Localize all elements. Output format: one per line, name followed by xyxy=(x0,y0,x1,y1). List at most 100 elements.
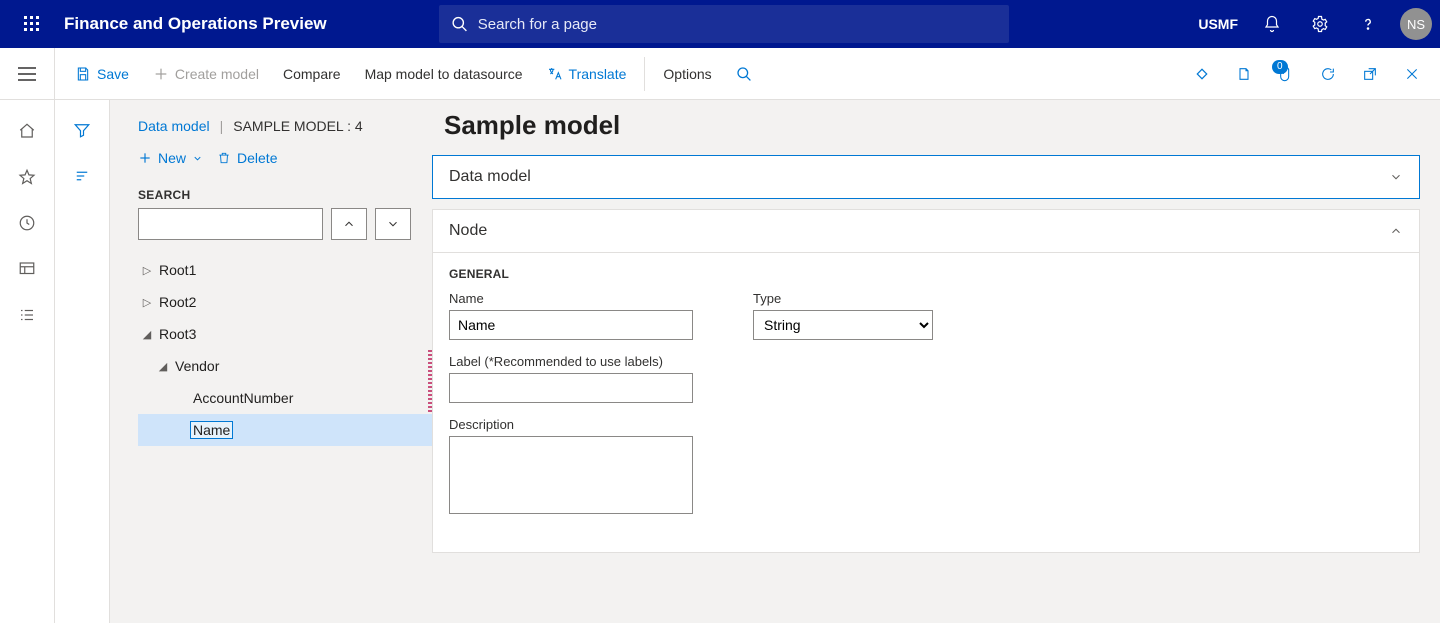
command-bar: Save Create model Compare Map model to d… xyxy=(55,48,1440,100)
plus-icon xyxy=(138,151,152,165)
tree-node-root3[interactable]: ◢ Root3 xyxy=(138,318,432,350)
chevron-down-icon xyxy=(192,153,203,164)
home-icon[interactable] xyxy=(0,110,55,152)
search-icon xyxy=(451,15,468,33)
breadcrumb: Data model | SAMPLE MODEL : 4 xyxy=(110,110,432,142)
card-data-model: Data model xyxy=(432,155,1420,199)
tree-node-root2[interactable]: ▷ Root2 xyxy=(138,286,432,318)
global-search[interactable] xyxy=(439,5,1009,43)
recent-icon[interactable] xyxy=(0,202,55,244)
translate-button[interactable]: Translate xyxy=(535,48,639,99)
app-bar: Finance and Operations Preview USMF NS xyxy=(0,0,1440,48)
tree-node-label: Vendor xyxy=(172,357,222,375)
translate-icon xyxy=(547,66,563,82)
description-field-label: Description xyxy=(449,417,693,432)
card-data-model-header[interactable]: Data model xyxy=(433,156,1419,198)
find-button[interactable] xyxy=(724,48,764,99)
tree-search-input[interactable] xyxy=(138,208,323,240)
name-field[interactable] xyxy=(449,310,693,340)
tree: ▷ Root1 ▷ Root2 ◢ Root3 xyxy=(110,254,432,446)
settings-icon[interactable] xyxy=(1298,0,1342,48)
save-label: Save xyxy=(97,66,129,82)
tree-node-label: Root3 xyxy=(156,325,199,343)
detail-panel: Sample model Data model Node GENERAL xyxy=(432,100,1440,623)
legal-entity[interactable]: USMF xyxy=(1190,16,1246,32)
sort-icon[interactable] xyxy=(55,158,110,194)
map-label: Map model to datasource xyxy=(365,66,523,82)
search-icon xyxy=(736,66,752,82)
nav-toggle-button[interactable] xyxy=(0,48,55,100)
collapse-icon[interactable]: ◢ xyxy=(138,328,156,341)
attachments-badge: 0 xyxy=(1272,60,1288,74)
collapse-icon[interactable]: ◢ xyxy=(154,360,172,373)
tree-node-label: Root2 xyxy=(156,293,199,311)
label-field[interactable] xyxy=(449,373,693,403)
tree-node-name[interactable]: ▷ Name xyxy=(138,414,432,446)
close-button[interactable] xyxy=(1392,50,1432,98)
search-next-button[interactable] xyxy=(375,208,411,240)
chevron-down-icon xyxy=(386,217,400,231)
global-search-input[interactable] xyxy=(478,16,997,33)
tree-panel: Data model | SAMPLE MODEL : 4 New Delete… xyxy=(110,100,432,623)
nav-rail xyxy=(0,100,55,623)
create-model-button: Create model xyxy=(141,48,271,99)
tree-node-root1[interactable]: ▷ Root1 xyxy=(138,254,432,286)
refresh-button[interactable] xyxy=(1308,50,1348,98)
diamond-icon[interactable] xyxy=(1182,50,1222,98)
page-title: Sample model xyxy=(432,110,1420,155)
label-field-label: Label (*Recommended to use labels) xyxy=(449,354,693,369)
save-button[interactable]: Save xyxy=(63,48,141,99)
card-node: Node GENERAL Name L xyxy=(432,209,1420,553)
card-node-header[interactable]: Node xyxy=(433,210,1419,252)
filter-icon[interactable] xyxy=(55,112,110,148)
notifications-icon[interactable] xyxy=(1250,0,1294,48)
tree-node-label: Root1 xyxy=(156,261,199,279)
type-field[interactable]: String xyxy=(753,310,933,340)
compare-button[interactable]: Compare xyxy=(271,48,353,99)
chevron-up-icon xyxy=(1389,224,1403,238)
compare-label: Compare xyxy=(283,66,341,82)
delete-button[interactable]: Delete xyxy=(217,150,277,166)
type-field-label: Type xyxy=(753,291,933,306)
delete-label: Delete xyxy=(237,150,277,166)
breadcrumb-current: SAMPLE MODEL : 4 xyxy=(233,118,362,134)
tree-node-label: AccountNumber xyxy=(190,389,296,407)
tree-node-vendor[interactable]: ◢ Vendor xyxy=(138,350,432,382)
create-label: Create model xyxy=(175,66,259,82)
translate-label: Translate xyxy=(569,66,627,82)
expand-icon[interactable]: ▷ xyxy=(138,296,156,309)
expand-icon[interactable]: ▷ xyxy=(138,264,156,277)
waffle-icon[interactable] xyxy=(8,16,56,32)
chevron-up-icon xyxy=(342,217,356,231)
options-label: Options xyxy=(663,66,711,82)
tree-node-accountnumber[interactable]: ▷ AccountNumber xyxy=(138,382,432,414)
user-avatar[interactable]: NS xyxy=(1400,8,1432,40)
card-header-label: Node xyxy=(449,222,487,240)
name-field-label: Name xyxy=(449,291,693,306)
save-icon xyxy=(75,66,91,82)
card-header-label: Data model xyxy=(449,168,531,186)
chevron-down-icon xyxy=(1389,170,1403,184)
breadcrumb-root[interactable]: Data model xyxy=(138,118,210,134)
new-button[interactable]: New xyxy=(138,150,203,166)
section-general: GENERAL xyxy=(449,267,1403,281)
modules-icon[interactable] xyxy=(0,294,55,336)
options-button[interactable]: Options xyxy=(651,48,723,99)
help-icon[interactable] xyxy=(1346,0,1390,48)
app-title: Finance and Operations Preview xyxy=(56,14,327,34)
filter-column xyxy=(55,100,110,623)
favorites-icon[interactable] xyxy=(0,156,55,198)
map-model-button[interactable]: Map model to datasource xyxy=(353,48,535,99)
plus-icon xyxy=(153,66,169,82)
trash-icon xyxy=(217,151,231,165)
breadcrumb-separator: | xyxy=(220,118,224,134)
tree-node-label: Name xyxy=(190,421,233,439)
attachments-button[interactable]: 0 xyxy=(1266,50,1306,98)
popout-button[interactable] xyxy=(1350,50,1390,98)
workspaces-icon[interactable] xyxy=(0,248,55,290)
new-label: New xyxy=(158,150,186,166)
description-field[interactable] xyxy=(449,436,693,514)
search-prev-button[interactable] xyxy=(331,208,367,240)
office-icon[interactable] xyxy=(1224,50,1264,98)
search-label: SEARCH xyxy=(110,174,432,208)
